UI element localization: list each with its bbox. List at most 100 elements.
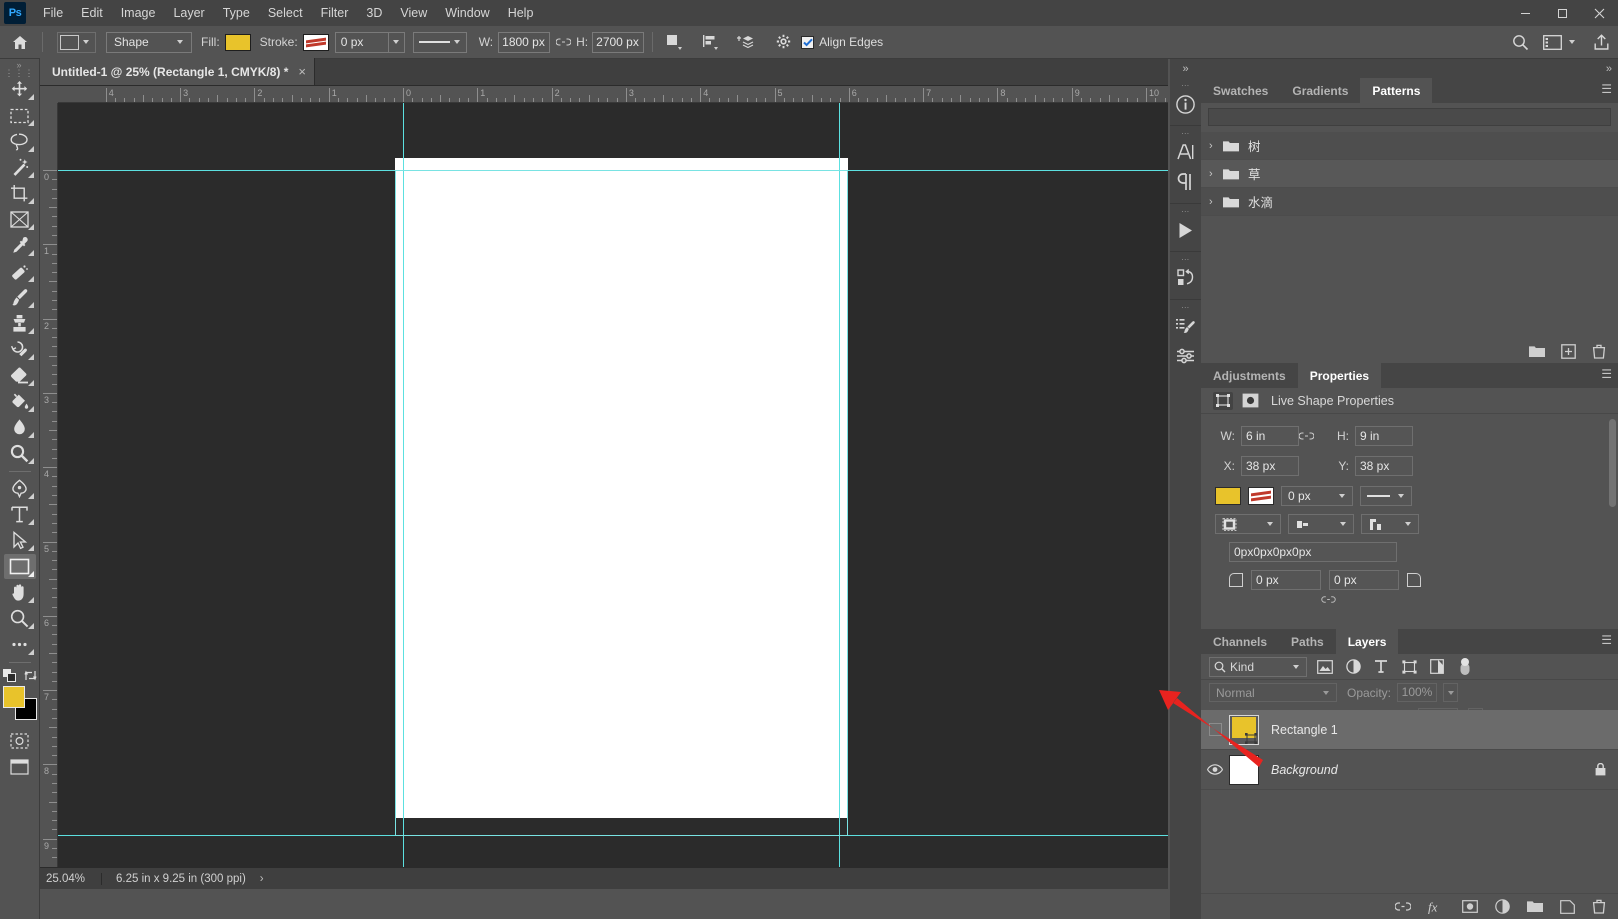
tool-object-selection[interactable] bbox=[4, 155, 36, 180]
adjustments-sliders-button[interactable] bbox=[1172, 341, 1200, 371]
dock-grip[interactable]: ⋯ bbox=[1181, 255, 1190, 264]
path-alignment-button[interactable] bbox=[697, 30, 723, 54]
dock-grip[interactable]: ⋯ bbox=[1181, 303, 1190, 312]
tab-swatches[interactable]: Swatches bbox=[1201, 78, 1281, 103]
share-button[interactable] bbox=[1593, 33, 1610, 51]
tool-crop[interactable] bbox=[4, 181, 36, 206]
maximize-button[interactable] bbox=[1544, 0, 1581, 26]
shape-width-input[interactable] bbox=[498, 31, 551, 53]
chevron-right-icon[interactable]: › bbox=[1209, 140, 1223, 152]
layer-thumbnail[interactable] bbox=[1229, 714, 1259, 745]
actions-panel-button[interactable] bbox=[1172, 215, 1200, 245]
stroke-align-select[interactable] bbox=[1215, 514, 1281, 534]
tool-mode-select[interactable]: Shape bbox=[106, 31, 192, 53]
mask-icon[interactable] bbox=[1241, 392, 1259, 410]
layer-name[interactable]: Background bbox=[1271, 763, 1338, 777]
dock-topbar-menu-icon[interactable]: » bbox=[1606, 63, 1612, 75]
new-group-icon[interactable] bbox=[1529, 345, 1545, 358]
tab-properties[interactable]: Properties bbox=[1297, 363, 1382, 388]
patterns-search-input[interactable] bbox=[1208, 108, 1611, 126]
horizontal-ruler[interactable]: 4 3 2 1 0 1 2 3 4 5 6 7 8 9 10 bbox=[58, 86, 1168, 103]
panel-menu-icon[interactable]: ☰ bbox=[1601, 83, 1612, 95]
stroke-width-dropdown[interactable] bbox=[387, 32, 404, 52]
foreground-color-swatch[interactable] bbox=[2, 686, 25, 708]
swap-colors-icon[interactable] bbox=[23, 669, 37, 682]
guide-vertical-left[interactable] bbox=[403, 103, 404, 867]
menu-type[interactable]: Type bbox=[214, 2, 259, 24]
menu-file[interactable]: File bbox=[34, 2, 72, 24]
live-shape-icon[interactable] bbox=[1213, 391, 1233, 410]
brush-settings-button[interactable] bbox=[1172, 311, 1200, 341]
stroke-width-field[interactable]: 0 px bbox=[1281, 486, 1353, 506]
close-button[interactable] bbox=[1581, 0, 1618, 26]
stroke-corner-select[interactable] bbox=[1361, 514, 1419, 534]
chevron-right-icon[interactable]: › bbox=[1209, 196, 1223, 208]
tool-move[interactable] bbox=[4, 77, 36, 102]
layer-thumbnail[interactable] bbox=[1229, 754, 1259, 785]
chevron-right-icon[interactable]: › bbox=[1209, 168, 1223, 180]
dock-collapse-button[interactable]: » bbox=[1170, 59, 1201, 78]
zoom-level[interactable]: 25.04% bbox=[40, 872, 102, 885]
path-arrangement-button[interactable] bbox=[733, 30, 759, 54]
panel-menu-icon[interactable]: ☰ bbox=[1601, 368, 1612, 380]
tool-frame[interactable] bbox=[4, 207, 36, 232]
pixel-filter-button[interactable] bbox=[1315, 657, 1335, 677]
tool-clone-stamp[interactable] bbox=[4, 311, 36, 336]
guide-horizontal-top[interactable] bbox=[58, 170, 1168, 171]
pattern-group-row[interactable]: › 树 bbox=[1201, 132, 1618, 160]
opacity-dropdown[interactable] bbox=[1443, 683, 1459, 702]
new-layer-icon[interactable] bbox=[1560, 899, 1575, 914]
guide-horizontal-bottom[interactable] bbox=[58, 835, 1168, 836]
menu-image[interactable]: Image bbox=[112, 2, 165, 24]
tab-adjustments[interactable]: Adjustments bbox=[1201, 363, 1298, 388]
menu-edit[interactable]: Edit bbox=[72, 2, 112, 24]
layer-visibility-toggle[interactable] bbox=[1201, 764, 1229, 775]
character-panel-button[interactable] bbox=[1172, 137, 1200, 167]
menu-help[interactable]: Help bbox=[499, 2, 543, 24]
pattern-group-row[interactable]: › 草 bbox=[1201, 160, 1618, 188]
filter-toggle-button[interactable] bbox=[1455, 657, 1475, 677]
delete-icon[interactable] bbox=[1592, 344, 1606, 359]
blend-mode-select[interactable]: Normal bbox=[1209, 683, 1337, 702]
corner-radius-all-input[interactable] bbox=[1229, 542, 1397, 562]
shape-width-input[interactable] bbox=[1241, 426, 1299, 446]
search-button[interactable] bbox=[1512, 34, 1529, 51]
tool-brush[interactable] bbox=[4, 285, 36, 310]
tool-dodge[interactable] bbox=[4, 441, 36, 466]
info-panel-button[interactable] bbox=[1172, 89, 1200, 119]
tool-paint-bucket[interactable] bbox=[4, 389, 36, 414]
smart-object-filter-button[interactable] bbox=[1427, 657, 1447, 677]
layer-kind-select[interactable]: Kind bbox=[1209, 656, 1307, 677]
link-icon[interactable] bbox=[1299, 431, 1329, 441]
add-mask-icon[interactable] bbox=[1462, 900, 1478, 913]
tab-patterns[interactable]: Patterns bbox=[1360, 78, 1433, 103]
dock-grip[interactable]: ⋯ bbox=[1181, 129, 1190, 138]
adjustment-filter-button[interactable] bbox=[1343, 657, 1363, 677]
align-edges-checkbox[interactable] bbox=[801, 35, 815, 49]
tool-eyedropper[interactable] bbox=[4, 233, 36, 258]
stroke-style-select[interactable] bbox=[1360, 486, 1412, 506]
dock-grip[interactable]: ⋯ bbox=[1181, 207, 1190, 216]
shape-y-input[interactable] bbox=[1355, 456, 1413, 476]
tab-gradients[interactable]: Gradients bbox=[1280, 78, 1361, 103]
workspace-switcher[interactable] bbox=[1543, 34, 1579, 50]
stroke-style-select[interactable] bbox=[412, 31, 467, 53]
stroke-swatch[interactable] bbox=[1248, 487, 1274, 505]
menu-view[interactable]: View bbox=[391, 2, 436, 24]
history-panel-button[interactable] bbox=[1172, 263, 1200, 293]
path-operations-button[interactable] bbox=[661, 30, 687, 54]
corner-tl-input[interactable] bbox=[1251, 570, 1321, 590]
vertical-ruler[interactable]: 0 1 2 3 4 5 6 7 8 9 bbox=[40, 103, 58, 867]
default-colors-icon[interactable] bbox=[2, 669, 16, 682]
dock-grip[interactable]: ⋯ bbox=[1181, 81, 1190, 90]
screen-mode-button[interactable] bbox=[4, 754, 36, 779]
fill-swatch[interactable] bbox=[224, 33, 251, 51]
tool-healing-brush[interactable] bbox=[4, 259, 36, 284]
paragraph-panel-button[interactable] bbox=[1172, 167, 1200, 197]
adjustment-layer-icon[interactable] bbox=[1495, 899, 1510, 914]
toolbar-grip[interactable]: ⋮⋮⋮ bbox=[5, 68, 34, 78]
tool-marquee[interactable] bbox=[4, 103, 36, 128]
shape-x-input[interactable] bbox=[1241, 456, 1299, 476]
fill-swatch[interactable] bbox=[1215, 487, 1241, 505]
home-button[interactable] bbox=[6, 29, 34, 55]
